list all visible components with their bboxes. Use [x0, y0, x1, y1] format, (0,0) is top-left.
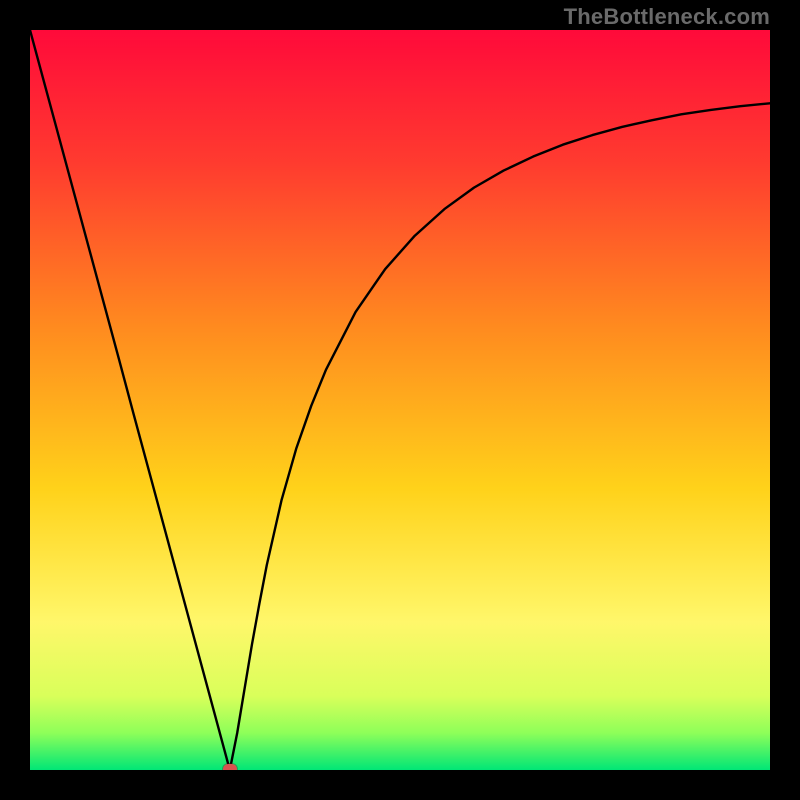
- curve-layer: [30, 30, 770, 770]
- plot-area: [30, 30, 770, 770]
- chart-frame: TheBottleneck.com: [0, 0, 800, 800]
- minimum-marker: [223, 764, 237, 770]
- watermark-text: TheBottleneck.com: [564, 4, 770, 30]
- bottleneck-curve: [30, 30, 770, 770]
